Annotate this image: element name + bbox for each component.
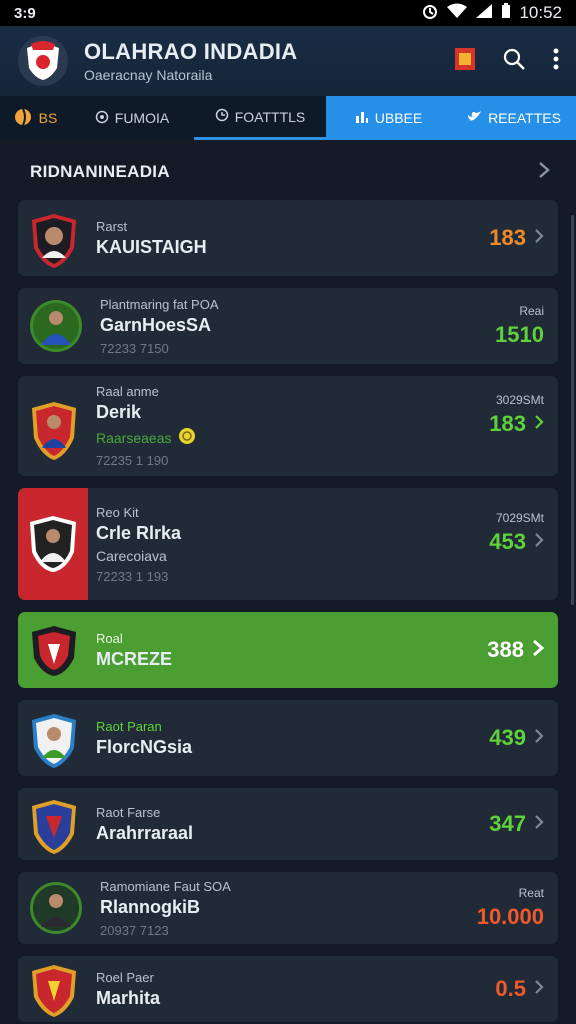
status-left-time: 3:9 <box>14 4 36 22</box>
player-score: 439 <box>489 725 526 750</box>
player-list: Rarst KAUISTAIGH 183 Plantmaring fat POA… <box>18 200 558 1024</box>
player-avatar <box>18 488 88 600</box>
player-score: 183 <box>489 225 526 250</box>
score-label: 7029SMt <box>495 511 544 525</box>
tab-reeattes[interactable]: REEATTES <box>451 96 576 140</box>
tab-bar: BS FUMOIA FOATTTLS UBBEE REEATTES <box>0 96 576 140</box>
flag-icon[interactable] <box>454 47 476 76</box>
list-item[interactable]: Rarst KAUISTAIGH 183 <box>18 200 558 276</box>
player-avatar <box>30 882 82 934</box>
ball-icon <box>13 107 33 130</box>
list-item[interactable]: Plantmaring fat POA GarnHoesSA 72233 715… <box>18 288 558 364</box>
player-sub: Raarseaeas <box>96 429 172 446</box>
player-avatar <box>30 212 78 268</box>
chevron-right-icon <box>532 639 545 662</box>
player-name: Marhita <box>96 987 161 1008</box>
tab-fumoia[interactable]: FUMOIA <box>70 96 194 140</box>
alarm-icon <box>421 3 439 23</box>
chevron-right-icon[interactable] <box>538 161 550 184</box>
list-item[interactable]: Ramomiane Faut SOA RlannogkiB 20937 7123… <box>18 872 558 944</box>
battery-icon <box>501 3 511 23</box>
player-score: 1510 <box>495 322 544 347</box>
player-score: 388 <box>487 637 524 662</box>
tab-label: BS <box>38 110 58 126</box>
list-item[interactable]: Roel Paer Marhita 0.5 <box>18 956 558 1022</box>
app-logo <box>18 36 68 86</box>
score-label: Reai <box>519 304 544 318</box>
player-label: Roel Paer <box>96 969 154 985</box>
wifi-icon <box>447 3 468 23</box>
player-label: Plantmaring fat POA <box>100 296 219 312</box>
app-title: OLAHRAO INDADIA <box>84 39 298 64</box>
section-header[interactable]: RIDNANINEADIA <box>30 158 550 186</box>
tab-label: FOATTTLS <box>234 108 306 125</box>
chevron-right-icon <box>534 814 544 835</box>
list-item[interactable]: Raot Farse Arahrraraal 347 <box>18 788 558 860</box>
player-score: 0.5 <box>495 976 526 1001</box>
list-item-selected[interactable]: Roal MCREZE 388 <box>18 612 558 688</box>
player-name: GarnHoesSA <box>100 314 212 335</box>
player-score: 453 <box>489 529 526 554</box>
tab-label: REEATTES <box>488 110 561 126</box>
scrollbar[interactable] <box>571 215 574 605</box>
list-item[interactable]: Raot Paran FlorcNGsia 439 <box>18 700 558 776</box>
player-score: 183 <box>489 411 526 436</box>
score-label: 3029SMt <box>495 393 544 407</box>
chart-icon <box>355 110 369 127</box>
player-avatar <box>30 712 78 768</box>
tab-bs[interactable]: BS <box>0 96 70 140</box>
tab-foatttls[interactable]: FOATTTLS <box>194 96 326 140</box>
app-bar: OLAHRAO INDADIA Oaeracnay Natoraila <box>0 26 576 96</box>
chevron-right-icon <box>534 728 544 749</box>
globe-icon <box>95 110 109 127</box>
bird-icon <box>466 110 482 127</box>
player-score: 10.000 <box>476 904 544 929</box>
tab-label: FUMOIA <box>114 110 170 126</box>
chevron-right-icon <box>534 532 544 553</box>
list-item[interactable]: Raal anme Derik Raarseaeas 72235 1 190 3… <box>18 376 558 476</box>
status-bar: 3:9 10:52 <box>0 0 576 26</box>
tab-label: UBBEE <box>374 110 423 126</box>
search-icon[interactable] <box>502 47 526 76</box>
player-avatar <box>30 400 78 460</box>
more-vert-icon[interactable] <box>552 47 560 76</box>
tab-ubbee[interactable]: UBBEE <box>326 96 451 140</box>
player-meta: 72233 7150 <box>100 340 169 356</box>
player-avatar <box>30 624 78 676</box>
player-avatar <box>30 798 78 854</box>
player-avatar <box>30 300 82 352</box>
player-score: 347 <box>489 811 526 836</box>
coin-icon <box>178 427 196 448</box>
app-subtitle: Oaeracnay Natoraila <box>84 67 213 83</box>
score-label: Reat <box>518 886 544 900</box>
section-title: RIDNANINEADIA <box>30 162 170 181</box>
chevron-right-icon <box>534 414 544 435</box>
list-item[interactable]: Reo Kit Crle Rlrka Carecoiava 72233 1 19… <box>18 488 558 600</box>
chevron-right-icon <box>534 979 544 1000</box>
player-avatar <box>30 963 78 1017</box>
signal-icon <box>475 3 493 23</box>
status-clock: 10:52 <box>519 3 562 22</box>
chevron-right-icon <box>534 228 544 249</box>
clock-icon <box>215 108 229 125</box>
